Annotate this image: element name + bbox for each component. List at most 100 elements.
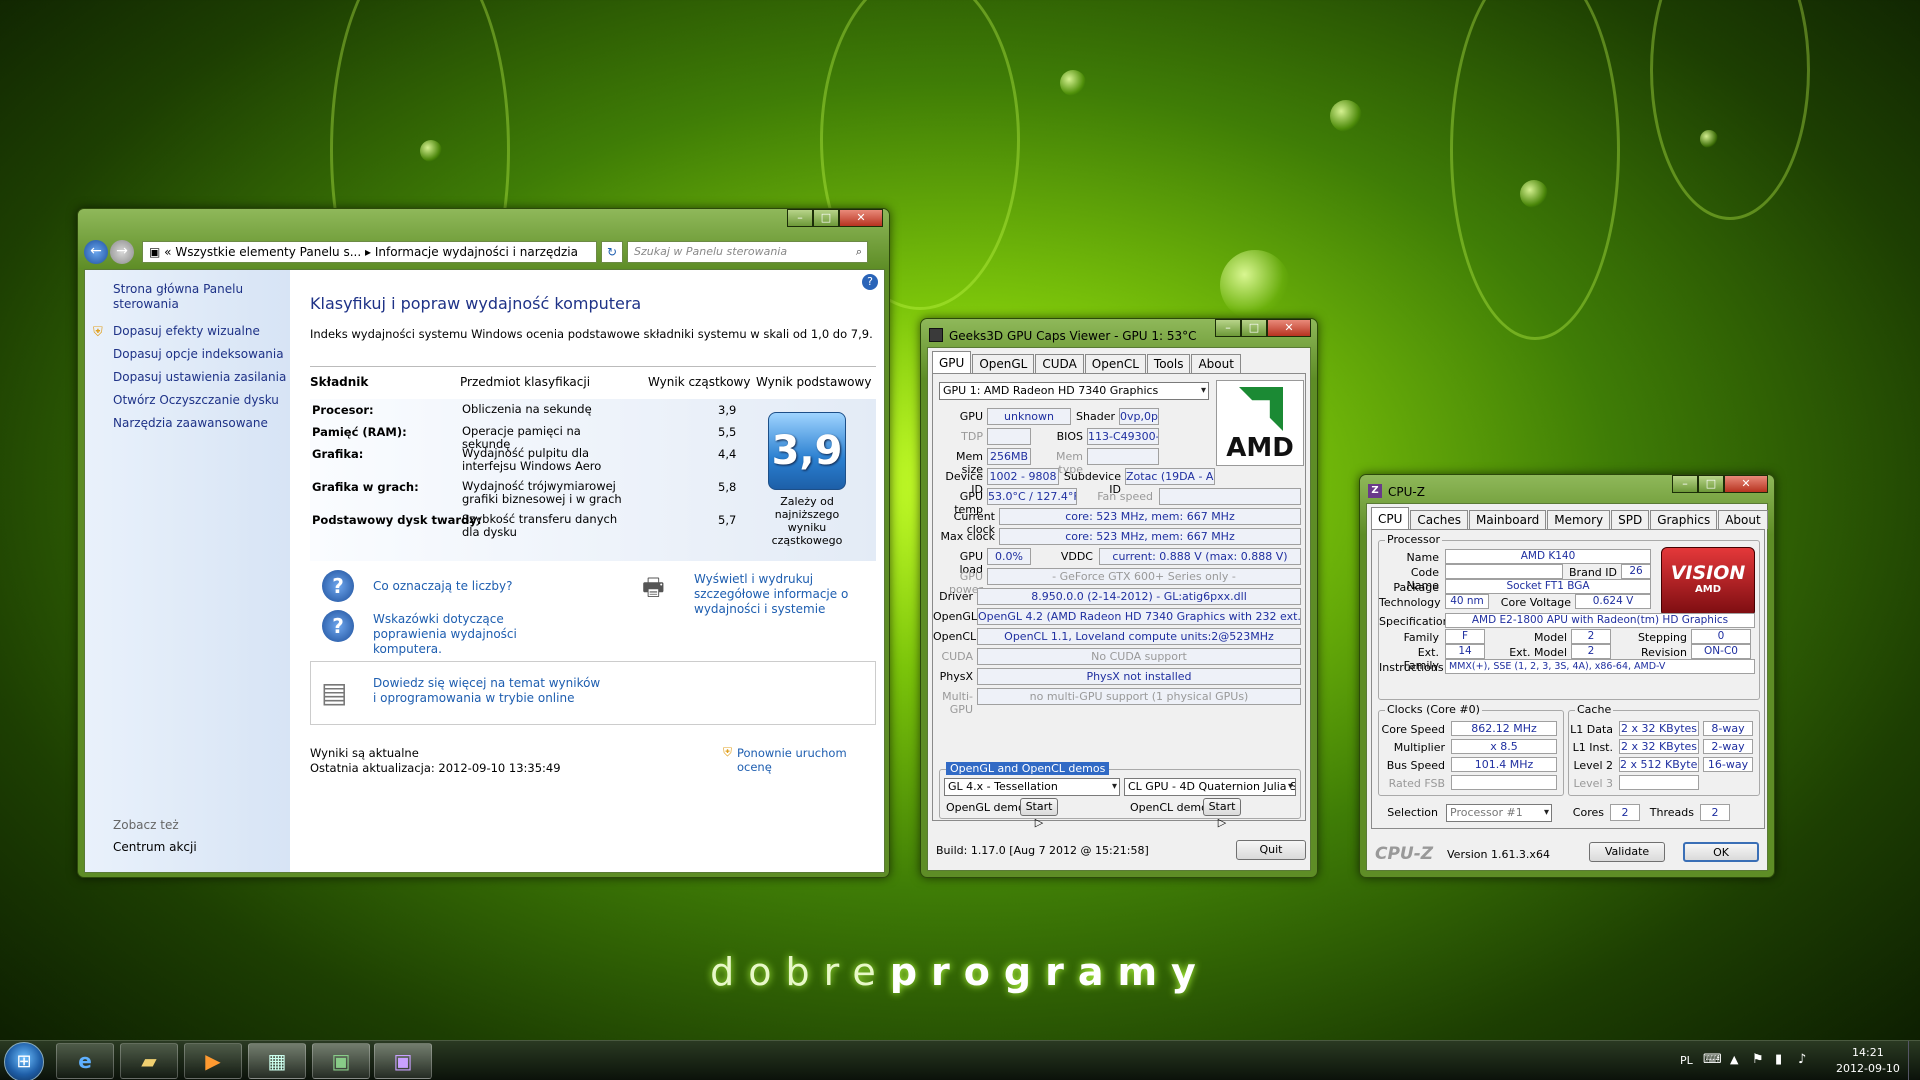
sidebar-item-power[interactable]: Dopasuj ustawienia zasilania (113, 370, 286, 385)
cores-value: 2 (1610, 804, 1640, 821)
tab-spd[interactable]: SPD (1611, 510, 1650, 529)
tab-memory[interactable]: Memory (1547, 510, 1611, 529)
subject-text: Szybkość transferu danych dla dysku (462, 512, 618, 539)
opencl-label: OpenCL (933, 630, 977, 643)
l1-inst-ways: 2-way (1703, 739, 1753, 754)
action-center-link[interactable]: Centrum akcji (113, 840, 197, 855)
action-center-flag-icon[interactable]: ⚑ (1752, 1052, 1764, 1067)
breadcrumb-item[interactable]: Informacje wydajności i narzędzia (375, 245, 578, 259)
show-desktop-button[interactable] (1908, 1041, 1920, 1080)
cl-demo-select[interactable]: CL GPU - 4D Quaternion Julia Se (1124, 778, 1296, 796)
close-button[interactable]: ✕ (839, 209, 883, 227)
component-name: Podstawowy dysk twardy: (312, 513, 482, 527)
clock-date[interactable]: 2012-09-10 (1836, 1062, 1900, 1075)
link-improvement-tips[interactable]: Wskazówki dotyczące poprawienia wydajnoś… (373, 612, 573, 657)
tab-opencl[interactable]: OpenCL (1084, 354, 1146, 373)
rerun-assessment-link[interactable]: Ponownie uruchom ocenę (737, 746, 884, 774)
physx-label: PhysX (939, 670, 973, 683)
page-title: Klasyfikuj i popraw wydajność komputera (310, 294, 642, 313)
language-indicator[interactable]: PL (1680, 1054, 1693, 1067)
maximize-button[interactable]: □ (1698, 475, 1724, 493)
sidebar-item-disk-cleanup[interactable]: Otwórz Oczyszczanie dysku (113, 393, 279, 408)
cpuz-icon: ▣ (393, 1049, 413, 1073)
help-icon[interactable]: ? (862, 274, 878, 290)
tab-cuda[interactable]: CUDA (1035, 354, 1084, 373)
vddc-value: current: 0.888 V (max: 0.888 V) (1099, 548, 1301, 565)
clock-time[interactable]: 14:21 (1852, 1046, 1884, 1059)
maximize-button[interactable]: □ (1241, 319, 1267, 337)
back-button[interactable]: ← (84, 240, 108, 264)
threads-value: 2 (1700, 804, 1730, 821)
forward-button[interactable]: → (110, 240, 134, 264)
taskbar-control-panel[interactable]: ▦ (248, 1043, 306, 1079)
tab-caches[interactable]: Caches (1410, 510, 1468, 529)
tab-mainboard[interactable]: Mainboard (1468, 510, 1547, 529)
bus-speed-label: Bus Speed (1386, 759, 1445, 772)
tab-gpu[interactable]: GPU (932, 351, 972, 373)
question-icon: ? (322, 610, 354, 642)
tab-about[interactable]: About (1191, 354, 1241, 373)
minimize-button[interactable]: – (1215, 319, 1241, 337)
tab-tools[interactable]: Tools (1146, 354, 1191, 373)
gl-demo-select[interactable]: GL 4.x - Tessellation (944, 778, 1120, 796)
minimize-button[interactable]: – (787, 209, 813, 227)
tab-about[interactable]: About (1718, 510, 1768, 529)
max-clock-label: Max clock (940, 530, 996, 543)
tab-graphics[interactable]: Graphics (1650, 510, 1718, 529)
folder-icon: ▰ (141, 1049, 157, 1073)
cl-start-button[interactable]: Start ▷ (1203, 798, 1241, 829)
close-button[interactable]: ✕ (1267, 319, 1311, 337)
amd-logo: AMD (1216, 380, 1304, 466)
driver-label: Driver (939, 590, 973, 603)
multigpu-label: Multi-GPU (942, 690, 973, 716)
quit-button[interactable]: Quit (1236, 840, 1306, 860)
taskbar-media-player[interactable]: ▶ (184, 1043, 242, 1079)
amd-arrow-icon (1239, 387, 1283, 431)
sidebar-item-advanced-tools[interactable]: Narzędzia zaawansowane (113, 416, 268, 431)
processor-select[interactable]: Processor #1 (1446, 804, 1552, 822)
ok-button[interactable]: OK (1683, 842, 1759, 862)
component-name: Grafika w grach: (312, 480, 419, 494)
shader-label: Shader (1076, 410, 1115, 423)
tab-opengl[interactable]: OpenGL (972, 354, 1035, 373)
fan-speed-label: Fan speed (1097, 490, 1153, 503)
link-what-numbers-mean[interactable]: Co oznaczają te liczby? (373, 579, 512, 593)
gpu-select[interactable]: GPU 1: AMD Radeon HD 7340 Graphics (939, 382, 1209, 400)
maximize-button[interactable]: □ (813, 209, 839, 227)
bus-speed-value: 101.4 MHz (1451, 757, 1557, 772)
gl-start-button[interactable]: Start ▷ (1020, 798, 1058, 829)
physx-value: PhysX not installed (977, 668, 1301, 685)
gpu-load-value: 0.0% (987, 548, 1031, 565)
sidebar-home-link[interactable]: Strona główna Panelu sterowania (113, 282, 253, 312)
window-title: Geeks3D GPU Caps Viewer - GPU 1: 53°C (949, 329, 1197, 343)
network-icon[interactable]: ▮ (1775, 1052, 1782, 1067)
status-text: Wyniki są aktualne (310, 746, 419, 760)
code-name-value (1445, 564, 1563, 579)
breadcrumb-item[interactable]: Wszystkie elementy Panelu s... (175, 245, 361, 259)
mem-type-value (1087, 448, 1159, 465)
taskbar-explorer[interactable]: ▰ (120, 1043, 178, 1079)
refresh-button[interactable]: ↻ (601, 241, 623, 263)
level2-ways: 16-way (1703, 757, 1753, 772)
selection-row: Selection Processor #1 Cores 2 Threads 2 (1378, 802, 1760, 826)
taskbar-internet-explorer[interactable]: e (56, 1043, 114, 1079)
minimize-button[interactable]: – (1672, 475, 1698, 493)
core-voltage-value: 0.624 V (1575, 594, 1651, 609)
tab-panel: GPU 1: AMD Radeon HD 7340 Graphics AMD G… (932, 373, 1306, 829)
sidebar-item-indexing[interactable]: Dopasuj opcje indeksowania (113, 347, 284, 362)
volume-icon[interactable]: ♪ (1798, 1052, 1806, 1067)
tab-cpu[interactable]: CPU (1371, 507, 1410, 529)
close-button[interactable]: ✕ (1724, 475, 1768, 493)
address-bar[interactable]: ▣ « Wszystkie elementy Panelu s... ▸ Inf… (142, 241, 597, 263)
cuda-value: No CUDA support (977, 648, 1301, 665)
link-online-info[interactable]: Dowiedz się więcej na temat wyników i op… (373, 676, 603, 706)
taskbar-cpuz[interactable]: ▣ (374, 1043, 432, 1079)
validate-button[interactable]: Validate (1589, 842, 1665, 862)
link-print-details[interactable]: Wyświetl i wydrukuj szczegółowe informac… (694, 572, 884, 617)
search-input[interactable]: Szukaj w Panelu sterowania ⌕ (627, 241, 868, 263)
show-hidden-icons[interactable]: ▲ (1730, 1053, 1738, 1066)
keyboard-icon[interactable]: ⌨ (1703, 1052, 1722, 1067)
start-button[interactable]: ⊞ (4, 1042, 44, 1080)
taskbar-gpu-caps[interactable]: ▣ (312, 1043, 370, 1079)
sidebar-item-visual-effects[interactable]: Dopasuj efekty wizualne (113, 324, 260, 339)
